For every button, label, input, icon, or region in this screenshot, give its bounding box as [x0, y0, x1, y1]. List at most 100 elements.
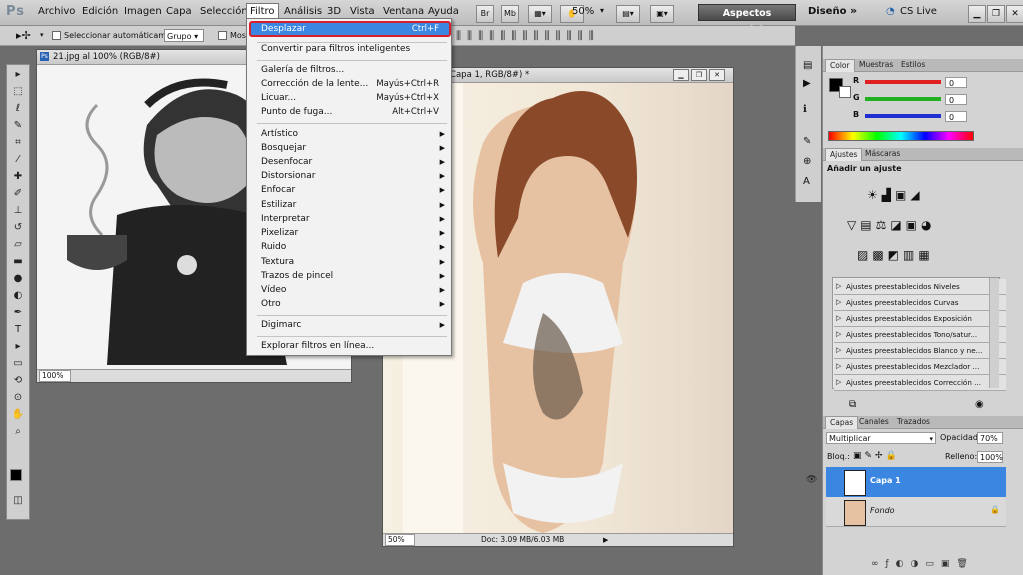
tab-masks[interactable]: Máscaras [861, 148, 904, 160]
list-item[interactable]: Ajustes preestablecidos Blanco y ne... [834, 343, 1006, 359]
restore-icon[interactable]: ❐ [691, 69, 707, 81]
adjustment-icons-row-1[interactable]: ☀▟▣◢ [867, 188, 924, 202]
menu-item-otro[interactable]: Otro ▶ [261, 298, 445, 311]
tab-paths[interactable]: Trazados [893, 416, 934, 428]
close-icon[interactable]: ✕ [1006, 5, 1023, 23]
list-item[interactable]: Ajustes preestablecidos Corrección ... [834, 375, 1006, 391]
visibility-toggle-icon[interactable]: ◉ [975, 399, 984, 410]
extras-button[interactable]: ▦▾ [528, 5, 552, 23]
channel-b-value[interactable]: 0 [945, 111, 967, 122]
channel-g-value[interactable]: 0 [945, 94, 967, 105]
tab-channels[interactable]: Canales [855, 416, 893, 428]
menu-item-pixelizar[interactable]: Pixelizar ▶ [261, 227, 445, 240]
minibridge-button[interactable]: Mb [501, 5, 519, 23]
menu-item-estilizar[interactable]: Estilizar ▶ [261, 199, 445, 212]
minimize-icon[interactable]: ▁ [968, 5, 986, 23]
zoom-tool-icon[interactable]: ⌕ [10, 426, 26, 438]
adjustment-icons-row-2[interactable]: ▽▤⚖◪▣◕ [847, 218, 935, 232]
workspace-essentials-button[interactable]: Aspectos esenciales [698, 4, 796, 36]
layer-name[interactable]: Fondo [870, 506, 895, 515]
actions-icon[interactable]: ▶ [803, 78, 811, 89]
shape-tool-icon[interactable]: ▭ [10, 358, 26, 370]
auto-select-checkbox[interactable] [52, 31, 61, 40]
menu-seleccion[interactable]: Selección [200, 6, 248, 17]
dodge-tool-icon[interactable]: ◐ [10, 290, 26, 302]
arrange-documents-button[interactable]: ▤▾ [616, 5, 640, 23]
auto-select-dropdown[interactable]: Grupo ▾ [164, 29, 204, 42]
move-tool-icon[interactable]: ▸ [10, 69, 26, 81]
type-tool-icon[interactable]: T [10, 324, 26, 336]
list-item[interactable]: Ajustes preestablecidos Curvas [834, 295, 1006, 311]
channel-g-slider[interactable] [865, 97, 941, 101]
layer-row-capa-1[interactable]: 👁 Capa 1 [806, 467, 1006, 497]
bridge-button[interactable]: Br [476, 5, 494, 23]
lasso-tool-icon[interactable]: ℓ [10, 103, 26, 115]
doc2-zoom-field[interactable]: 50% [385, 534, 415, 546]
list-item[interactable]: Ajustes preestablecidos Exposición [834, 311, 1006, 327]
character-icon[interactable]: A [803, 176, 810, 187]
history-brush-tool-icon[interactable]: ↺ [10, 222, 26, 234]
blur-tool-icon[interactable]: ● [10, 273, 26, 285]
menu-ventana[interactable]: Ventana [383, 6, 424, 17]
list-item[interactable]: Ajustes preestablecidos Niveles [834, 279, 1006, 295]
more-workspaces-icon[interactable]: » [850, 4, 857, 17]
menu-item-video[interactable]: Vídeo ▶ [261, 284, 445, 297]
menu-item-explorar-online[interactable]: Explorar filtros en línea... [261, 340, 445, 353]
layers-footer-icons[interactable]: ∞ƒ◐◑▭▣🗑 [871, 559, 975, 569]
menu-item-desplazar[interactable]: Desplazar Ctrl+F [249, 21, 451, 37]
menu-item-digimarc[interactable]: Digimarc ▶ [261, 319, 445, 332]
pen-tool-icon[interactable]: ✒ [10, 307, 26, 319]
path-select-tool-icon[interactable]: ▸ [10, 341, 26, 353]
hand-tool-icon[interactable]: ✋ [10, 409, 26, 421]
menu-item-correccion-lente[interactable]: Corrección de la lente... Mayús+Ctrl+R [261, 78, 445, 91]
list-item[interactable]: Ajustes preestablecidos Tono/satur... [834, 327, 1006, 343]
tab-swatches[interactable]: Muestras [855, 59, 897, 71]
channel-r-value[interactable]: 0 [945, 77, 967, 88]
opacity-field[interactable]: 70% [977, 432, 1003, 444]
menu-item-textura[interactable]: Textura ▶ [261, 256, 445, 269]
cs-live-icon[interactable]: ◔ [886, 6, 895, 17]
brush-tool-icon[interactable]: ✐ [10, 188, 26, 200]
info-icon[interactable]: ℹ [803, 104, 807, 115]
show-transform-checkbox[interactable] [218, 31, 227, 40]
gradient-tool-icon[interactable]: ▬ [10, 256, 26, 268]
menu-item-distorsionar[interactable]: Distorsionar ▶ [261, 170, 445, 183]
color-spectrum-bar[interactable] [828, 131, 974, 141]
history-icon[interactable]: ▤ [803, 60, 812, 71]
lock-icons[interactable]: ▣✎✢🔒 [853, 451, 900, 461]
layer-row-fondo[interactable]: Fondo 🔒 [826, 497, 1006, 527]
menu-item-bosquejar[interactable]: Bosquejar ▶ [261, 142, 445, 155]
3d-orbit-tool-icon[interactable]: ⊙ [10, 392, 26, 404]
cs-live-button[interactable]: CS Live [900, 6, 937, 17]
tab-color[interactable]: Color [825, 59, 855, 72]
menu-item-licuar[interactable]: Licuar... Mayús+Ctrl+X [261, 92, 445, 105]
minimize-icon[interactable]: ▁ [673, 69, 689, 81]
close-icon[interactable]: ✕ [709, 69, 725, 81]
menu-vista[interactable]: Vista [350, 6, 375, 17]
workspace-design-button[interactable]: Diseño [808, 6, 846, 17]
blend-mode-dropdown[interactable]: Multiplicar ▾ [826, 432, 936, 444]
zoom-level[interactable]: 50% [572, 6, 594, 17]
background-swatch[interactable] [839, 86, 851, 98]
menu-item-convertir-inteligentes[interactable]: Convertir para filtros inteligentes [261, 43, 445, 56]
menu-item-interpretar[interactable]: Interpretar ▶ [261, 213, 445, 226]
doc1-zoom-field[interactable]: 100% [39, 370, 71, 382]
menu-item-galeria[interactable]: Galería de filtros... [261, 64, 445, 77]
menu-item-enfocar[interactable]: Enfocar ▶ [261, 184, 445, 197]
presets-scrollbar[interactable] [989, 278, 999, 388]
clone-source-icon[interactable]: ⊕ [803, 156, 811, 167]
menu-imagen[interactable]: Imagen [124, 6, 162, 17]
menu-analisis[interactable]: Análisis [284, 6, 322, 17]
menu-item-punto-fuga[interactable]: Punto de fuga... Alt+Ctrl+V [261, 106, 445, 119]
move-tool-icon[interactable]: ▸✢ [16, 29, 31, 42]
menu-item-ruido[interactable]: Ruido ▶ [261, 241, 445, 254]
marquee-tool-icon[interactable]: ⬚ [10, 86, 26, 98]
chevron-down-icon[interactable]: ▾ [600, 6, 604, 15]
menu-3d[interactable]: 3D [327, 6, 341, 17]
3d-rotate-tool-icon[interactable]: ⟲ [10, 375, 26, 387]
chevron-down-icon[interactable]: ▾ [40, 31, 44, 39]
menu-item-artistico[interactable]: Artístico ▶ [261, 128, 445, 141]
menu-item-desenfocar[interactable]: Desenfocar ▶ [261, 156, 445, 169]
eyedropper-tool-icon[interactable]: ⁄ [10, 154, 26, 166]
healing-tool-icon[interactable]: ✚ [10, 171, 26, 183]
